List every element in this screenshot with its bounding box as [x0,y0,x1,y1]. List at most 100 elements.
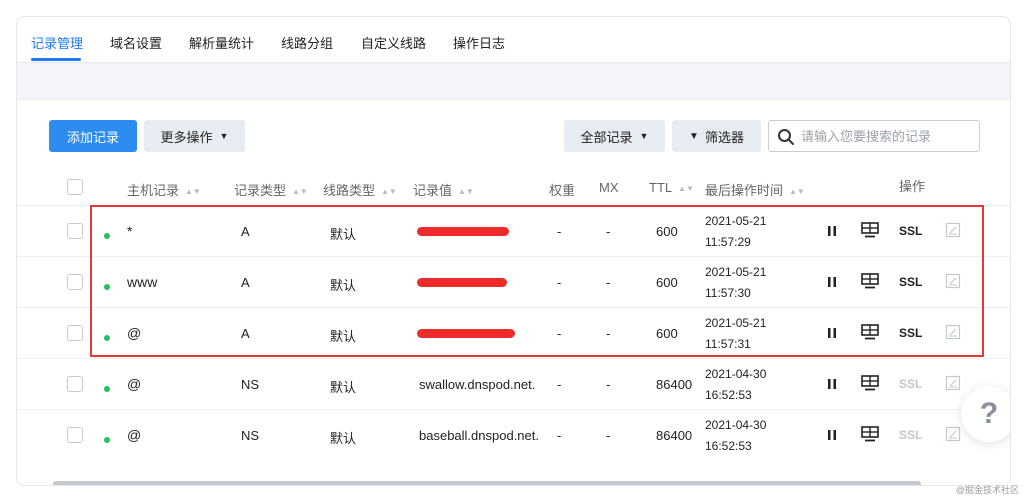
last-op-date: 2021-05-21 [705,316,767,330]
ttl-cell: 600 [656,224,678,239]
tab-domain-settings[interactable]: 域名设置 [110,33,162,52]
last-op-time: 2021-05-21 11:57:31 [705,313,766,355]
pause-icon[interactable] [827,429,837,444]
monitor-icon[interactable] [861,273,879,292]
weight-cell: - [557,224,562,239]
pause-icon[interactable] [827,378,837,393]
header-line[interactable]: 线路类型 ▲▼ [323,180,397,199]
filter-icon: ▼ [689,130,699,142]
search-input[interactable] [801,126,973,146]
last-op-time: 2021-05-21 11:57:30 [705,262,766,304]
row-checkbox[interactable] [67,325,83,341]
monitor-icon[interactable] [861,222,879,241]
tab-query-stats[interactable]: 解析量统计 [189,33,254,52]
row-checkbox[interactable] [67,223,83,239]
host-cell: @ [127,376,142,392]
pause-icon[interactable] [827,276,837,291]
pause-icon[interactable] [827,327,837,342]
help-button[interactable]: ? [961,386,1010,442]
line-cell: 默认 [330,380,357,395]
filter-label: 筛选器 [704,129,744,145]
mx-cell: - [606,224,611,239]
line-cell: 默认 [330,227,357,242]
weight-cell: - [557,428,562,443]
header-type[interactable]: 记录类型 ▲▼ [234,180,308,199]
status-dot [104,437,110,443]
weight-cell: - [557,326,562,341]
type-cell: NS [241,377,260,392]
status-dot [104,233,110,239]
sort-icon: ▲▼ [381,187,397,196]
table-header: 主机记录 ▲▼ 记录类型 ▲▼ 线路类型 ▲▼ 记录值 ▲▼ 权重 MX TTL ▲▼ 最… [17,171,1010,205]
redacted-value [417,329,515,338]
last-op-clock: 16:52:53 [705,439,752,453]
status-dot [104,284,110,290]
last-op-date: 2021-04-30 [705,418,767,432]
last-op-date: 2021-05-21 [705,265,767,279]
header-value[interactable]: 记录值 ▲▼ [413,180,474,199]
redacted-value [417,278,507,287]
table-row: @ NS 默认 baseball.dnspod.net. - - 86400 2021-04-… [17,409,1010,460]
line-cell: 默认 [330,329,357,344]
caret-down-icon: ▼ [219,131,229,141]
table-row: @ A 默认 - - 600 2021-05-21 11:57:31 SSL [17,307,1010,358]
ttl-cell: 600 [656,275,678,290]
app-window: 记录管理 域名设置 解析量统计 线路分组 自定义线路 操作日志 添加记录 更多操… [16,16,1011,486]
host-cell: www [127,274,158,290]
ssl-button[interactable]: SSL [899,326,922,340]
row-checkbox[interactable] [67,427,83,443]
ssl-button[interactable]: SSL [899,377,922,391]
last-op-time: 2021-04-30 16:52:53 [705,415,766,457]
status-dot [104,335,110,341]
header-actions: 操作 [899,179,926,194]
tab-records[interactable]: 记录管理 [31,33,83,52]
pause-icon[interactable] [827,225,837,240]
note-icon[interactable] [945,222,961,241]
row-checkbox[interactable] [67,274,83,290]
search-box[interactable] [768,120,980,152]
select-all-checkbox[interactable] [67,179,83,195]
last-op-clock: 16:52:53 [705,388,752,402]
ssl-button[interactable]: SSL [899,428,922,442]
active-tab-indicator [31,58,81,61]
type-cell: NS [241,428,260,443]
sort-icon: ▲▼ [458,187,474,196]
note-icon[interactable] [945,375,961,394]
all-records-label: 全部记录 [580,129,633,145]
header-mx: MX [599,180,619,195]
type-cell: A [241,275,250,290]
tab-operation-log[interactable]: 操作日志 [453,33,505,52]
monitor-icon[interactable] [861,324,879,343]
row-checkbox[interactable] [67,376,83,392]
sort-icon: ▲▼ [678,184,694,193]
horizontal-scrollbar[interactable] [53,481,921,485]
monitor-icon[interactable] [861,375,879,394]
tab-custom-lines[interactable]: 自定义线路 [361,33,426,52]
tab-bar: 记录管理 域名设置 解析量统计 线路分组 自定义线路 操作日志 [17,17,1010,63]
weight-cell: - [557,275,562,290]
monitor-icon[interactable] [861,426,879,445]
header-host[interactable]: 主机记录 ▲▼ [127,180,201,199]
header-ttl[interactable]: TTL ▲▼ [649,180,694,195]
caret-down-icon: ▼ [639,131,649,141]
line-cell: 默认 [330,431,357,446]
host-cell: @ [127,427,142,443]
note-icon[interactable] [945,273,961,292]
value-cell: baseball.dnspod.net. [419,428,539,443]
more-actions-button[interactable]: 更多操作 ▼ [144,120,245,152]
header-last-op[interactable]: 最后操作时间 ▲▼ [705,180,805,199]
last-op-clock: 11:57:31 [705,337,751,351]
filter-button[interactable]: ▼ 筛选器 [672,120,761,152]
type-cell: A [241,224,250,239]
type-cell: A [241,326,250,341]
host-cell: * [127,223,133,239]
ttl-cell: 86400 [656,377,693,392]
tab-line-groups[interactable]: 线路分组 [281,33,333,52]
all-records-dropdown[interactable]: 全部记录 ▼ [564,120,665,152]
note-icon[interactable] [945,426,961,445]
weight-cell: - [557,377,562,392]
ssl-button[interactable]: SSL [899,224,922,238]
add-record-button[interactable]: 添加记录 [49,120,137,152]
ssl-button[interactable]: SSL [899,275,922,289]
note-icon[interactable] [945,324,961,343]
